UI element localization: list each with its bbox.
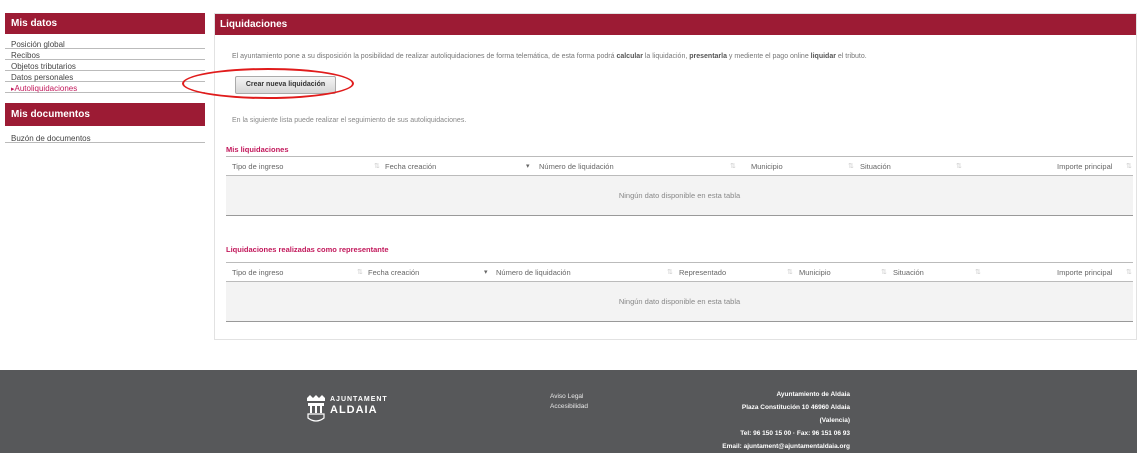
sort-icon: ⇅ bbox=[1126, 269, 1132, 276]
sidebar-item-posicion-global[interactable]: Posición global bbox=[5, 38, 205, 49]
col-fecha-creacion[interactable]: Fecha creación bbox=[385, 157, 436, 176]
sort-icon: ⇅ bbox=[374, 163, 380, 170]
table-empty-message: Ningún dato disponible en esta tabla bbox=[226, 176, 1133, 216]
phone-line: Tel: 96 150 15 00 · Fax: 96 151 06 93 bbox=[740, 430, 850, 437]
col-situacion[interactable]: Situación bbox=[860, 157, 891, 176]
sort-icon: ⇅ bbox=[357, 269, 363, 276]
sort-icon: ⇅ bbox=[787, 269, 793, 276]
mis-documentos-list: Buzón de documentos bbox=[5, 126, 205, 145]
col-tipo-ingreso[interactable]: Tipo de ingreso bbox=[232, 157, 283, 176]
table-empty-message: Ningún dato disponible en esta tabla bbox=[226, 282, 1133, 322]
sort-icon: ⇅ bbox=[1126, 163, 1132, 170]
col-situacion[interactable]: Situación bbox=[893, 263, 924, 282]
sort-icon: ⇅ bbox=[881, 269, 887, 276]
col-importe-principal[interactable]: Importe principal bbox=[1057, 157, 1112, 176]
sort-icon: ⇅ bbox=[730, 163, 736, 170]
contact-info: Ayuntamiento de Aldaia Plaza Constitució… bbox=[690, 388, 850, 453]
coat-of-arms-icon bbox=[307, 395, 325, 422]
sort-icon: ⇅ bbox=[975, 269, 981, 276]
logo-text-ajuntament: AJUNTAMENT bbox=[330, 396, 388, 403]
col-municipio[interactable]: Municipio bbox=[751, 157, 783, 176]
sort-desc-icon: ▾ bbox=[526, 163, 530, 170]
col-numero-liquidacion[interactable]: Número de liquidación bbox=[496, 263, 571, 282]
sort-icon: ⇅ bbox=[848, 163, 854, 170]
table-header: Tipo de ingreso ⇅ Fecha creación ▾ Númer… bbox=[226, 262, 1133, 282]
mis-datos-list: Posición global Recibos Objetos tributar… bbox=[5, 34, 205, 95]
mis-datos-header: Mis datos bbox=[5, 13, 205, 34]
accesibilidad-link[interactable]: Accesibilidad bbox=[550, 403, 588, 410]
sort-icon: ⇅ bbox=[956, 163, 962, 170]
address-line: Plaza Constitución 10 46960 Aldaia bbox=[741, 404, 850, 411]
email-link[interactable]: Email: ajuntament@ajuntamentaldaia.org bbox=[690, 440, 850, 453]
footer: AJUNTAMENT ALDAIA Aviso Legal Accesibili… bbox=[0, 370, 1137, 453]
logo-text-aldaia: ALDAIA bbox=[330, 404, 378, 416]
col-representado[interactable]: Representado bbox=[679, 263, 726, 282]
representante-title: Liquidaciones realizadas como representa… bbox=[226, 245, 389, 254]
seguimiento-text: En la siguiente lista puede realizar el … bbox=[232, 117, 467, 124]
region-line: (Valencia) bbox=[819, 417, 850, 424]
mis-documentos-header: Mis documentos bbox=[5, 103, 205, 126]
create-liquidation-button[interactable]: Crear nueva liquidación bbox=[235, 76, 336, 94]
sort-desc-icon: ▾ bbox=[484, 269, 488, 276]
table-header: Tipo de ingreso ⇅ Fecha creación ▾ Númer… bbox=[226, 156, 1133, 176]
legal-links: Aviso Legal Accesibilidad bbox=[550, 393, 588, 413]
page-title: Liquidaciones bbox=[215, 14, 1136, 35]
col-municipio[interactable]: Municipio bbox=[799, 263, 831, 282]
col-numero-liquidacion[interactable]: Número de liquidación bbox=[539, 157, 614, 176]
sidebar-item-objetos-tributarios[interactable]: Objetos tributarios bbox=[5, 60, 205, 71]
sort-icon: ⇅ bbox=[667, 269, 673, 276]
mis-liquidaciones-table: Tipo de ingreso ⇅ Fecha creación ▾ Númer… bbox=[226, 156, 1133, 216]
sidebar-item-datos-personales[interactable]: Datos personales bbox=[5, 71, 205, 82]
aviso-legal-link[interactable]: Aviso Legal bbox=[550, 393, 588, 400]
sidebar: Mis datos Posición global Recibos Objeto… bbox=[5, 13, 205, 145]
org-name: Ayuntamiento de Aldaia bbox=[776, 391, 850, 398]
col-importe-principal[interactable]: Importe principal bbox=[1057, 263, 1112, 282]
mis-liquidaciones-title: Mis liquidaciones bbox=[226, 145, 289, 154]
col-tipo-ingreso[interactable]: Tipo de ingreso bbox=[232, 263, 283, 282]
liquidaciones-panel: Liquidaciones El ayuntamiento pone a su … bbox=[182, 13, 1137, 340]
col-fecha-creacion[interactable]: Fecha creación bbox=[368, 263, 419, 282]
aldaia-logo[interactable]: AJUNTAMENT ALDAIA bbox=[305, 390, 425, 430]
sidebar-item-recibos[interactable]: Recibos bbox=[5, 49, 205, 60]
representante-table: Tipo de ingreso ⇅ Fecha creación ▾ Númer… bbox=[226, 262, 1133, 322]
sidebar-item-buzon-documentos[interactable]: Buzón de documentos bbox=[5, 132, 205, 143]
intro-text: El ayuntamiento pone a su disposición la… bbox=[232, 53, 867, 60]
sidebar-item-autoliquidaciones[interactable]: Autoliquidaciones bbox=[5, 82, 205, 93]
